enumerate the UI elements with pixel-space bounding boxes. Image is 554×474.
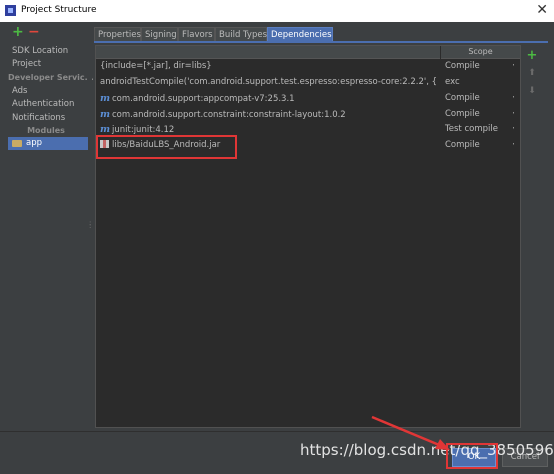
annotation-arrow-icon <box>371 415 450 450</box>
